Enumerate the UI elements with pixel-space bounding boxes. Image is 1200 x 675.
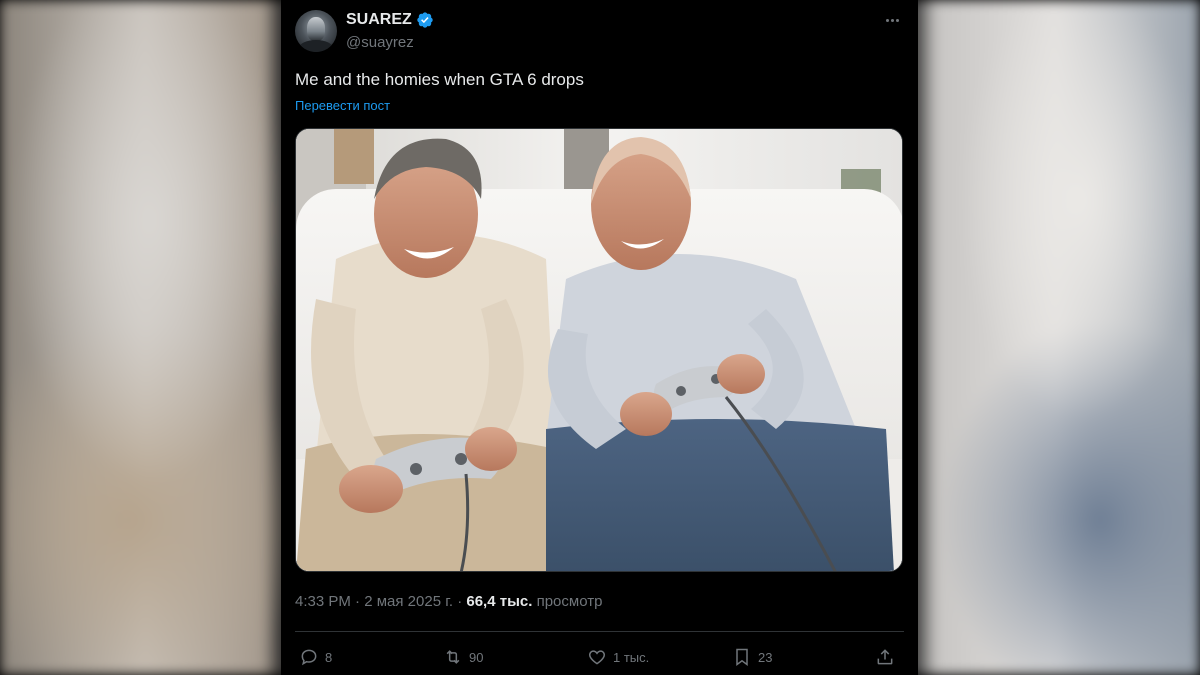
bookmark-button[interactable]: 23 [732,643,772,671]
repost-count: 90 [469,649,484,665]
post-card: SUAREZ @suayrez Me and the homies when G… [281,0,918,675]
views-count: 66,4 тыс. [466,593,533,610]
translate-post-link[interactable]: Перевести пост [295,98,390,113]
share-icon [877,649,893,665]
share-button[interactable] [875,643,895,671]
avatar-face [307,17,325,41]
repost-button[interactable]: 90 [443,643,483,671]
author-display-name[interactable]: SUAREZ [346,11,412,29]
reply-icon [301,649,317,666]
bookmark-icon [736,648,748,666]
author-handle[interactable]: @suayrez [346,34,414,51]
post-meta: 4:33 PM · 2 мая 2025 г. · 66,4 тыс. прос… [295,593,602,610]
post-date[interactable]: 2 мая 2025 г. [364,593,453,610]
post-time[interactable]: 4:33 PM [295,593,351,610]
author-name-row: SUAREZ [346,11,434,29]
meta-separator: · [453,593,467,610]
avatar-shoulders [299,40,333,52]
repost-icon [446,650,460,664]
verified-badge-icon [417,12,433,28]
photo-illustration [296,129,902,571]
heart-icon [588,650,606,665]
divider [295,631,904,632]
post-image[interactable] [295,128,903,572]
post-text: Me and the homies when GTA 6 drops [295,70,584,89]
more-options-icon[interactable] [882,12,902,28]
views-label: просмотр [532,593,603,610]
like-count: 1 тыс. [613,649,650,665]
meta-separator: · [350,593,365,610]
action-bar: 8 90 1 тыс. 23 [295,643,904,671]
reply-count: 8 [325,649,333,665]
bookmark-count: 23 [758,649,773,665]
like-button[interactable]: 1 тыс. [587,643,649,671]
avatar[interactable] [295,10,337,52]
reply-button[interactable]: 8 [299,643,332,671]
